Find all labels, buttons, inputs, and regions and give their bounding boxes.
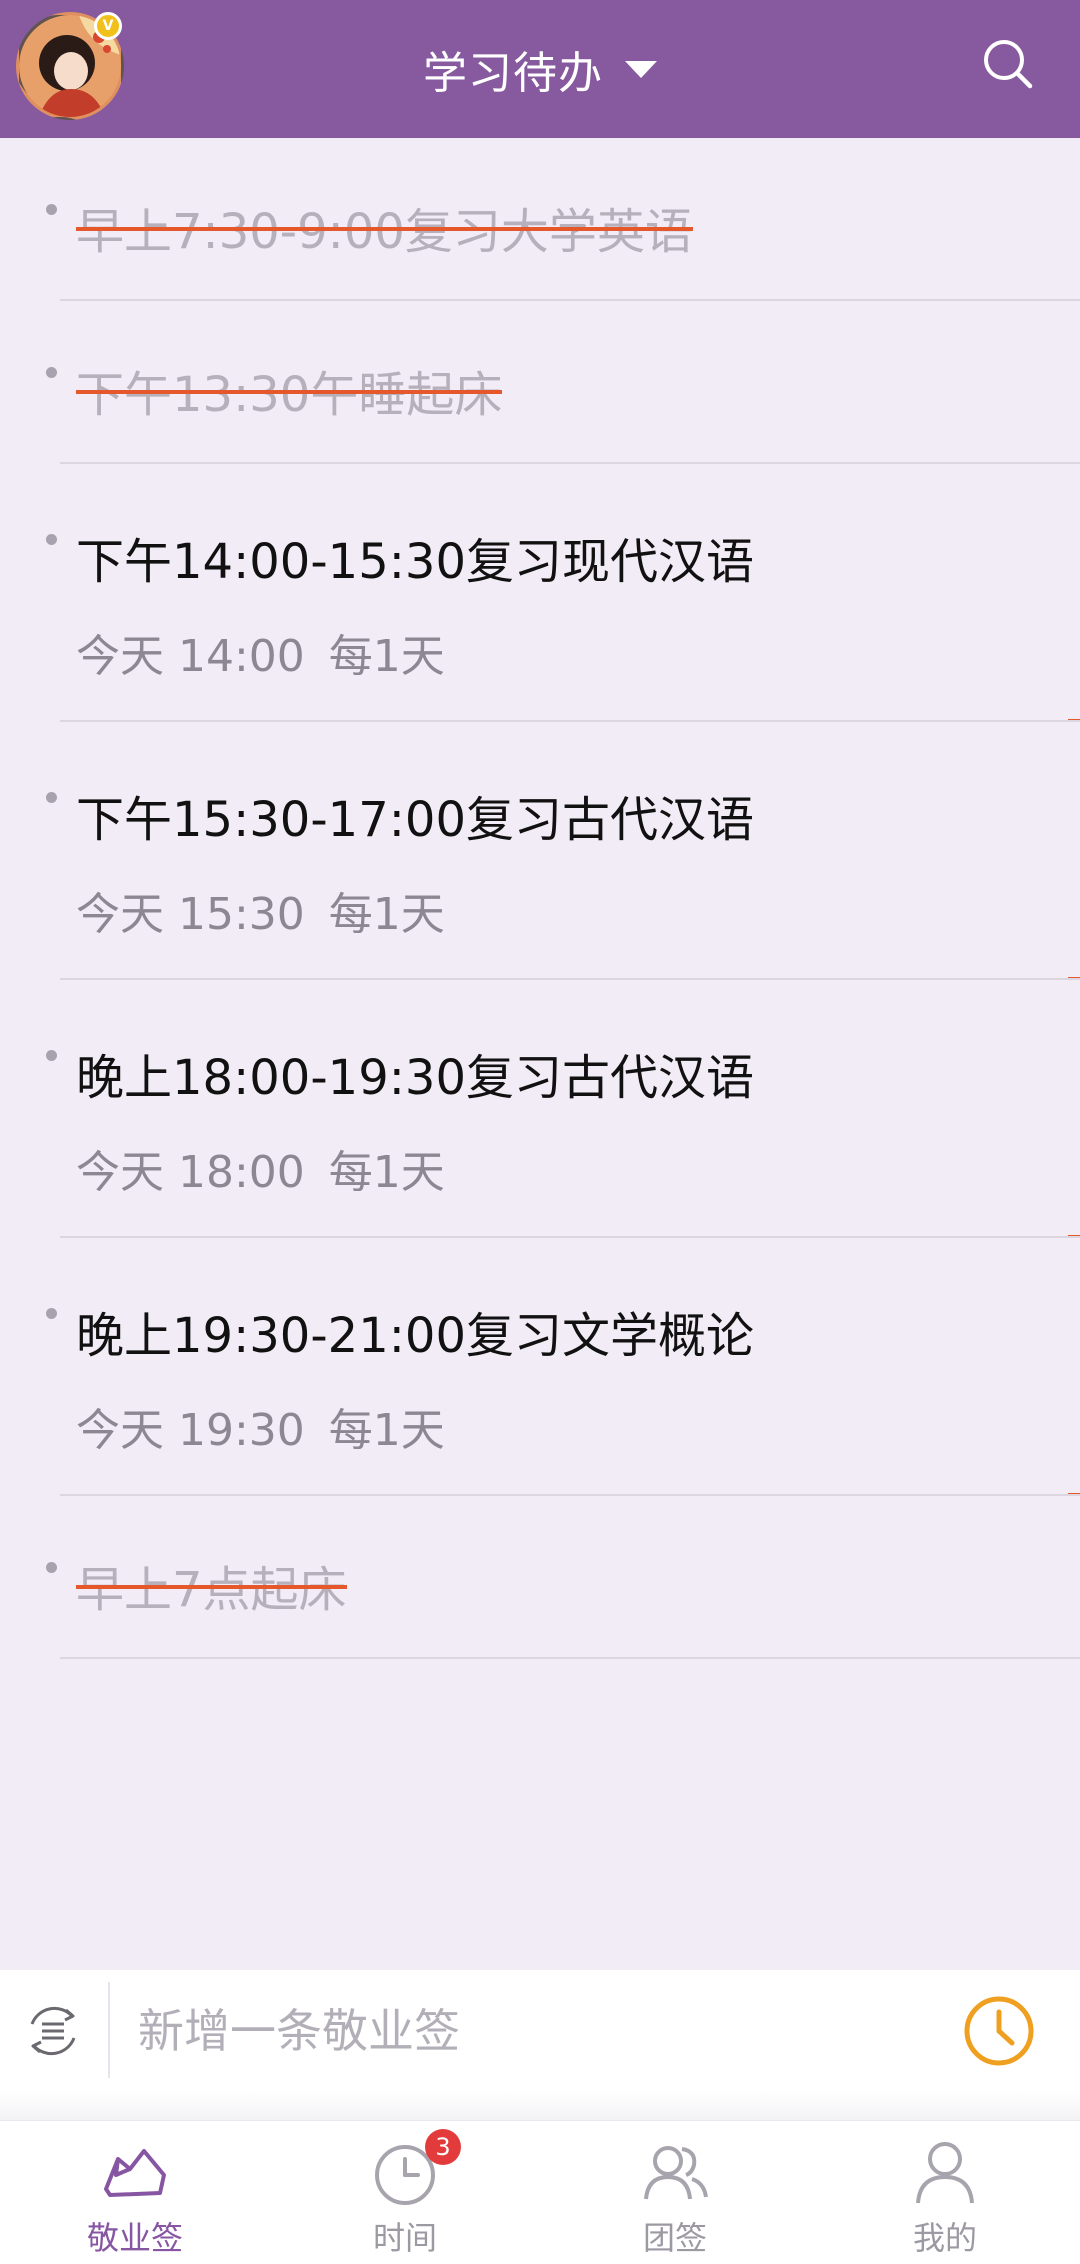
bottom-shadow — [0, 2090, 1080, 2120]
vip-badge: V — [94, 12, 122, 40]
divider — [60, 1657, 1080, 1659]
notification-badge: 3 — [425, 2129, 461, 2165]
nav-label: 团签 — [642, 2219, 707, 2257]
strikethrough-line — [76, 1585, 347, 1589]
list-title-dropdown[interactable]: 学习待办 — [423, 37, 657, 101]
nav-item-profile[interactable]: 我的 — [810, 2121, 1080, 2264]
new-todo-bar — [0, 1970, 1080, 2090]
nav-item-time[interactable]: 3 时间 — [270, 2121, 540, 2264]
nav-item-group[interactable]: 团签 — [540, 2121, 810, 2264]
todo-title: 下午15:30-17:00复习古代汉语 — [76, 792, 754, 848]
top-bar: V 学习待办 — [0, 0, 1080, 138]
note-icon — [104, 2149, 166, 2197]
bullet-icon — [46, 792, 57, 803]
bullet-icon — [46, 1562, 57, 1573]
input-divider — [108, 1982, 110, 2078]
bullet-icon — [46, 534, 57, 545]
reminder-time: 今天 15:30 — [76, 889, 305, 940]
todo-reminder: 今天 14:00 每1天 — [76, 620, 445, 684]
todo-item[interactable]: 下午14:00-15:30复习现代汉语 今天 14:00 每1天 — [0, 464, 1080, 722]
repeat-rule: 每1天 — [328, 1405, 445, 1456]
nav-label: 我的 — [912, 2219, 977, 2257]
reminder-time: 今天 14:00 — [76, 631, 305, 682]
nav-label: 敬业签 — [86, 2219, 183, 2257]
alarm-clock-icon — [964, 1996, 1034, 2066]
page-title: 学习待办 — [423, 48, 603, 99]
todo-item[interactable]: 下午15:30-17:00复习古代汉语 今天 15:30 每1天 — [0, 722, 1080, 980]
todo-reminder: 今天 15:30 每1天 — [76, 878, 445, 942]
group-icon — [644, 2146, 708, 2200]
sort-button[interactable] — [20, 1998, 86, 2064]
app-screen: V 学习待办 早上7:30-9:00复习大学英语 下午13:30午睡起床 下午1… — [0, 0, 1080, 2264]
nav-item-notes[interactable]: 敬业签 — [0, 2121, 270, 2264]
todo-title: 下午13:30午睡起床 — [76, 367, 503, 423]
strikethrough-line — [76, 227, 693, 231]
todo-item-done[interactable]: 早上7点起床 — [0, 1496, 1080, 1659]
todo-title: 早上7:30-9:00复习大学英语 — [76, 204, 693, 260]
bullet-icon — [46, 1308, 57, 1319]
todo-list: 早上7:30-9:00复习大学英语 下午13:30午睡起床 下午14:00-15… — [0, 138, 1080, 1659]
repeat-rule: 每1天 — [328, 1147, 445, 1198]
bullet-icon — [46, 367, 57, 378]
todo-title: 晚上19:30-21:00复习文学概论 — [76, 1308, 754, 1364]
search-button[interactable] — [978, 34, 1038, 94]
user-icon — [916, 2142, 974, 2204]
todo-item-done[interactable]: 早上7:30-9:00复习大学英语 — [0, 138, 1080, 301]
todo-reminder: 今天 19:30 每1天 — [76, 1394, 445, 1458]
search-icon — [984, 40, 1033, 89]
todo-item[interactable]: 晚上19:30-21:00复习文学概论 今天 19:30 每1天 — [0, 1238, 1080, 1496]
nav-label: 时间 — [372, 2219, 437, 2257]
repeat-rule: 每1天 — [328, 631, 445, 682]
repeat-rule: 每1天 — [328, 889, 445, 940]
todo-title: 晚上18:00-19:30复习古代汉语 — [76, 1050, 754, 1106]
todo-title: 下午14:00-15:30复习现代汉语 — [76, 534, 754, 590]
todo-reminder: 今天 18:00 每1天 — [76, 1136, 445, 1200]
todo-item-done[interactable]: 下午13:30午睡起床 — [0, 301, 1080, 464]
strikethrough-line — [76, 390, 503, 394]
reminder-button[interactable] — [962, 1994, 1036, 2068]
todo-title: 早上7点起床 — [76, 1562, 347, 1618]
bullet-icon — [46, 1050, 57, 1061]
todo-item[interactable]: 晚上18:00-19:30复习古代汉语 今天 18:00 每1天 — [0, 980, 1080, 1238]
bottom-nav: 敬业签 3 时间 团签 我的 — [0, 2120, 1080, 2264]
reminder-time: 今天 19:30 — [76, 1405, 305, 1456]
sort-cycle-icon — [30, 2006, 76, 2056]
caret-down-icon — [625, 60, 657, 78]
bullet-icon — [46, 204, 57, 215]
new-todo-input[interactable] — [136, 1990, 940, 2072]
reminder-time: 今天 18:00 — [76, 1147, 305, 1198]
title-wrap: 学习待办 — [0, 0, 1080, 138]
